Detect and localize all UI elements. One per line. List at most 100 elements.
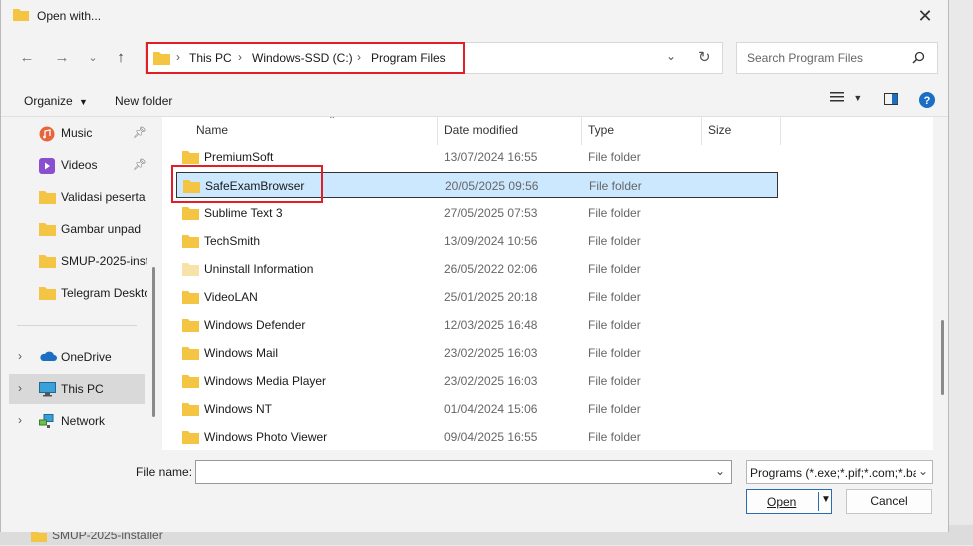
search-icon[interactable] <box>912 51 925 67</box>
file-row[interactable]: Uninstall Information 26/05/2022 02:06 Fil… <box>176 256 778 282</box>
help-button[interactable]: ? <box>919 92 935 111</box>
file-date: 25/01/2025 20:18 <box>444 290 538 304</box>
nav-item-label: Validasi peserta <box>61 190 146 204</box>
nav-item-this-pc[interactable]: › This PC <box>9 374 145 404</box>
caret-down-icon[interactable]: ▼ <box>821 494 831 505</box>
chevron-down-icon: ⌄ <box>917 464 928 478</box>
open-button[interactable]: Open ▼ <box>746 489 832 514</box>
file-row[interactable]: Windows Mail 23/02/2025 16:03 File folder <box>176 340 778 366</box>
column-header-date[interactable]: Date modified <box>438 117 582 145</box>
sort-ascending-icon: ⌃ <box>328 117 337 126</box>
column-label: Date modified <box>444 123 519 137</box>
arrow-left-icon: ← <box>19 49 35 66</box>
new-folder-button[interactable]: New folder <box>115 94 172 108</box>
folder-icon <box>182 234 199 251</box>
search-input[interactable] <box>745 50 909 66</box>
folder-icon <box>182 262 199 279</box>
file-date: 13/09/2024 10:56 <box>444 234 538 248</box>
file-row[interactable]: Windows Media Player 23/02/2025 16:03 File… <box>176 368 778 394</box>
preview-pane-button[interactable] <box>884 93 898 108</box>
chevron-right-icon[interactable]: › <box>18 413 22 427</box>
file-date: 23/02/2025 16:03 <box>444 346 538 360</box>
organize-menu[interactable]: Organize ▼ <box>24 94 88 108</box>
file-type: File folder <box>588 346 641 360</box>
nav-item-label: Network <box>61 414 106 428</box>
nav-item-smup-installer[interactable]: SMUP-2025-installer <box>9 246 149 276</box>
file-row[interactable]: Windows Photo Viewer 09/04/2025 16:55 File… <box>176 424 778 450</box>
nav-item-gambar-unpad[interactable]: Gambar unpad <box>9 214 149 244</box>
file-type-value: Programs (*.exe;*.pif;*.com;*.bat;*.cmd) <box>750 466 916 480</box>
svg-text:?: ? <box>924 95 931 107</box>
nav-item-network[interactable]: › Network <box>9 406 149 436</box>
pin-icon: 📌︎ <box>133 159 147 171</box>
window-title: Open with... <box>37 9 102 23</box>
chevron-down-icon[interactable]: ⌄ <box>666 49 676 63</box>
file-date: 12/03/2025 16:48 <box>444 318 538 332</box>
column-label: Name <box>196 123 229 137</box>
file-row[interactable]: VideoLAN 25/01/2025 20:18 File folder <box>176 284 778 310</box>
refresh-icon[interactable]: ↻ <box>698 48 711 66</box>
file-list-scrollbar[interactable] <box>941 320 944 395</box>
nav-item-label: Gambar unpad <box>61 222 142 236</box>
caret-down-icon: ▼ <box>79 97 88 107</box>
nav-item-videos[interactable]: Videos 📌︎ <box>9 150 149 180</box>
up-button[interactable]: ↑ <box>107 38 135 78</box>
file-name: Uninstall Information <box>204 262 314 276</box>
dialog-footer: File name: ⌄ Programs (*.exe;*.pif;*.com… <box>1 450 948 532</box>
forward-button[interactable]: → <box>48 38 76 78</box>
pc-icon <box>39 382 56 400</box>
file-row[interactable]: TechSmith 13/09/2024 10:56 File folder <box>176 228 778 254</box>
navigation-pane: Music 📌︎ Videos 📌︎ Validasi peserta Gamb… <box>1 117 157 450</box>
folder-icon <box>182 206 199 223</box>
view-options-button[interactable]: ▼ <box>830 91 862 106</box>
folder-icon <box>182 374 199 391</box>
chevron-right-icon[interactable]: › <box>18 381 22 395</box>
open-label: Open <box>767 495 797 509</box>
column-divider[interactable] <box>780 117 781 145</box>
search-box[interactable] <box>736 42 938 74</box>
file-date: 09/04/2025 16:55 <box>444 430 538 444</box>
nav-item-validasi-peserta[interactable]: Validasi peserta <box>9 182 149 212</box>
folder-icon <box>39 254 56 271</box>
close-button[interactable]: ✕ <box>902 0 948 32</box>
list-view-icon <box>830 92 844 102</box>
file-type: File folder <box>588 150 641 164</box>
nav-item-music[interactable]: Music 📌︎ <box>9 118 149 148</box>
folder-icon <box>182 318 199 335</box>
column-header-type[interactable]: Type <box>582 117 702 145</box>
file-type: File folder <box>589 179 642 193</box>
file-row[interactable]: Sublime Text 3 27/05/2025 07:53 File folde… <box>176 200 778 226</box>
folder-icon <box>182 346 199 363</box>
navigation-scrollbar[interactable] <box>152 267 155 417</box>
file-type: File folder <box>588 206 641 220</box>
folder-icon <box>182 290 199 307</box>
file-row[interactable]: Windows NT 01/04/2024 15:06 File folder <box>176 396 778 422</box>
nav-item-onedrive[interactable]: › OneDrive <box>9 342 149 372</box>
folder-icon <box>13 8 29 24</box>
recent-locations-button[interactable]: ⌄ <box>79 38 107 78</box>
file-type: File folder <box>588 318 641 332</box>
file-type-select[interactable]: Programs (*.exe;*.pif;*.com;*.bat;*.cmd)… <box>746 460 933 484</box>
nav-item-label: Telegram Desktop <box>61 286 147 300</box>
file-row[interactable]: Windows Defender 12/03/2025 16:48 File fol… <box>176 312 778 338</box>
folder-icon <box>39 286 56 303</box>
file-name: Windows Defender <box>204 318 306 332</box>
file-name-field[interactable]: ⌄ <box>195 460 732 484</box>
chevron-down-icon[interactable]: ⌄ <box>715 464 725 478</box>
file-type: File folder <box>588 402 641 416</box>
folder-icon <box>39 190 56 207</box>
column-header-name[interactable]: ⌃ Name <box>182 117 437 145</box>
chevron-right-icon[interactable]: › <box>18 349 22 363</box>
cancel-button[interactable]: Cancel <box>846 489 932 514</box>
back-button[interactable]: ← <box>13 38 41 78</box>
music-icon <box>39 126 55 145</box>
folder-icon <box>182 430 199 447</box>
help-icon: ? <box>919 92 935 108</box>
close-icon: ✕ <box>917 6 933 26</box>
column-label: Size <box>708 123 732 137</box>
file-type: File folder <box>588 430 641 444</box>
column-header-size[interactable]: Size <box>702 117 780 145</box>
file-type: File folder <box>588 374 641 388</box>
file-name: TechSmith <box>204 234 261 248</box>
nav-item-telegram-desktop[interactable]: Telegram Desktop <box>9 278 149 308</box>
